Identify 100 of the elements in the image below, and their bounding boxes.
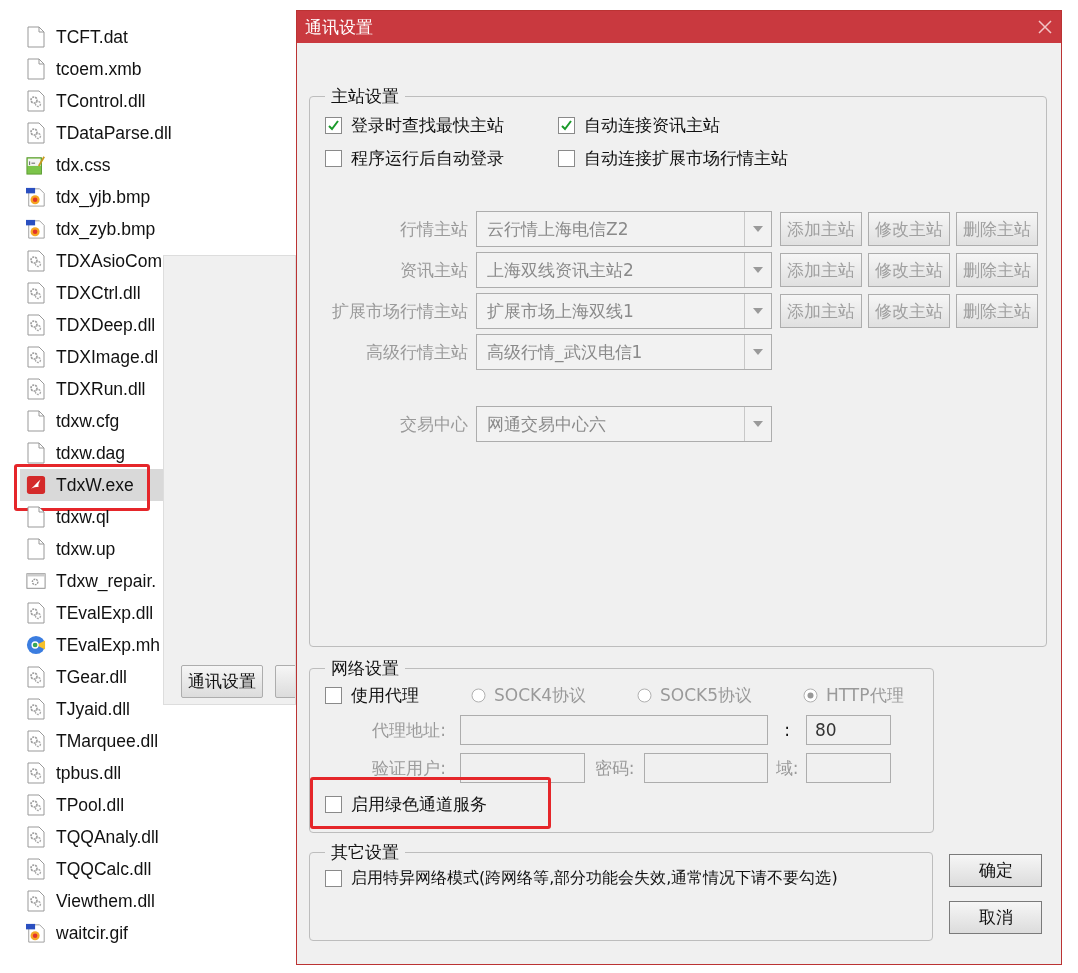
gear-file-icon: [26, 378, 46, 400]
gear-file-icon: [26, 122, 46, 144]
separator: :: [783, 720, 791, 740]
file-item[interactable]: TDXAsioCom: [20, 245, 163, 277]
file-item[interactable]: TEvalExp.dll: [20, 597, 163, 629]
blank-file-icon: [26, 58, 46, 80]
file-item[interactable]: Viewthem.dll: [20, 885, 163, 917]
field-label: 扩展市场行情主站: [331, 299, 468, 323]
file-item[interactable]: tdxw.dag: [20, 437, 163, 469]
checkbox-label: 启用特异网络模式(跨网络等,部分功能会失效,通常情况下请不要勾选): [351, 868, 838, 889]
caret-icon: [753, 267, 763, 273]
file-item[interactable]: tdx.css: [20, 149, 163, 181]
checkbox[interactable]: [558, 150, 575, 167]
caret-icon: [753, 308, 763, 314]
checkbox-label: 程序运行后自动登录: [351, 147, 504, 170]
checkbox[interactable]: [325, 870, 342, 887]
file-item[interactable]: tpbus.dll: [20, 757, 163, 789]
field-label: 域:: [774, 756, 800, 780]
caret-icon: [753, 349, 763, 355]
field-label: 验证用户:: [371, 756, 447, 780]
file-item[interactable]: TQQAnaly.dll: [20, 821, 163, 853]
blank-file-icon: [26, 442, 46, 464]
file-item[interactable]: TdxW.exe: [20, 469, 163, 501]
file-item[interactable]: TCFT.dat: [20, 21, 163, 53]
caret-icon: [753, 226, 763, 232]
gear-file-icon: [26, 762, 46, 784]
image-file-icon: [26, 186, 46, 208]
file-item[interactable]: tdx_zyb.bmp: [20, 213, 163, 245]
input-field[interactable]: [806, 753, 891, 783]
blank-file-icon: [26, 538, 46, 560]
notepad-check-icon: [26, 154, 46, 176]
file-item[interactable]: TQQCalc.dll: [20, 853, 163, 885]
app-logo-icon: [26, 474, 46, 496]
radio-label: HTTP代理: [826, 684, 904, 707]
field-label: 交易中心: [399, 412, 468, 436]
gear-file-icon: [26, 826, 46, 848]
file-item[interactable]: TDXDeep.dll: [20, 309, 163, 341]
radio-label: SOCK4协议: [494, 684, 586, 707]
checkbox[interactable]: [325, 150, 342, 167]
window-title: 通讯设置: [305, 15, 373, 39]
group-title: 主站设置: [330, 85, 400, 108]
file-item[interactable]: TDXImage.dl: [20, 341, 163, 373]
input-field[interactable]: [460, 753, 585, 783]
checkbox-label: 自动连接扩展市场行情主站: [584, 147, 788, 170]
gear-file-icon: [26, 698, 46, 720]
checkbox[interactable]: [325, 796, 342, 813]
browser-file-icon: [26, 634, 46, 656]
checkbox[interactable]: [325, 687, 342, 704]
input-field[interactable]: [460, 715, 768, 745]
file-item[interactable]: TEvalExp.mh: [20, 629, 163, 661]
gear-file-icon: [26, 90, 46, 112]
file-item[interactable]: TDataParse.dll: [20, 117, 172, 149]
file-item[interactable]: Tdxw_repair.: [20, 565, 163, 597]
blank-file-icon: [26, 26, 46, 48]
checkbox-label: 使用代理: [351, 684, 419, 707]
checkbox-label: 登录时查找最快主站: [351, 114, 504, 137]
field-label: 密码:: [593, 756, 636, 780]
input-field[interactable]: [644, 753, 768, 783]
caret-icon: [753, 421, 763, 427]
gear-file-icon: [26, 858, 46, 880]
file-item[interactable]: TMarquee.dll: [20, 725, 163, 757]
checkbox-label: 启用绿色通道服务: [351, 793, 487, 816]
gear-file-icon: [26, 282, 46, 304]
blank-file-icon: [26, 410, 46, 432]
file-item[interactable]: TDXRun.dll: [20, 373, 163, 405]
group-title: 其它设置: [330, 841, 400, 864]
blank-file-icon: [26, 506, 46, 528]
file-item[interactable]: tcoem.xmb: [20, 53, 163, 85]
gear-file-icon: [26, 250, 46, 272]
gear-file-icon: [26, 730, 46, 752]
image-file-icon: [26, 218, 46, 240]
gear-file-icon: [26, 666, 46, 688]
dialog-button[interactable]: 取消: [949, 901, 1042, 934]
radio-label: SOCK5协议: [660, 684, 752, 707]
file-item[interactable]: TControl.dll: [20, 85, 163, 117]
checkbox[interactable]: [325, 117, 342, 134]
file-item[interactable]: TDXCtrl.dll: [20, 277, 163, 309]
close-icon[interactable]: [1037, 19, 1053, 35]
file-item[interactable]: tdxw.up: [20, 533, 163, 565]
group-title: 网络设置: [330, 657, 400, 680]
gear-file-icon: [26, 314, 46, 336]
file-item[interactable]: tdxw.cfg: [20, 405, 163, 437]
file-item[interactable]: TPool.dll: [20, 789, 163, 821]
gear-file-icon: [26, 794, 46, 816]
gear-file-icon: [26, 890, 46, 912]
field-label: 代理地址:: [371, 718, 447, 742]
file-item[interactable]: tdx_yjb.bmp: [20, 181, 163, 213]
checkbox[interactable]: [558, 117, 575, 134]
field-label: 高级行情主站: [365, 340, 468, 364]
checkbox-label: 自动连接资讯主站: [584, 114, 720, 137]
file-item[interactable]: TJyaid.dll: [20, 693, 163, 725]
gear-file-icon: [26, 602, 46, 624]
field-label: 行情主站: [399, 217, 468, 241]
dialog-button[interactable]: 确定: [949, 854, 1042, 887]
gear-file-icon: [26, 346, 46, 368]
settings-button[interactable]: 通讯设置: [181, 665, 263, 698]
field-label: 资讯主站: [399, 258, 468, 282]
file-item[interactable]: TGear.dll: [20, 661, 163, 693]
file-item[interactable]: tdxw.ql: [20, 501, 163, 533]
file-item[interactable]: waitcir.gif: [20, 917, 163, 949]
